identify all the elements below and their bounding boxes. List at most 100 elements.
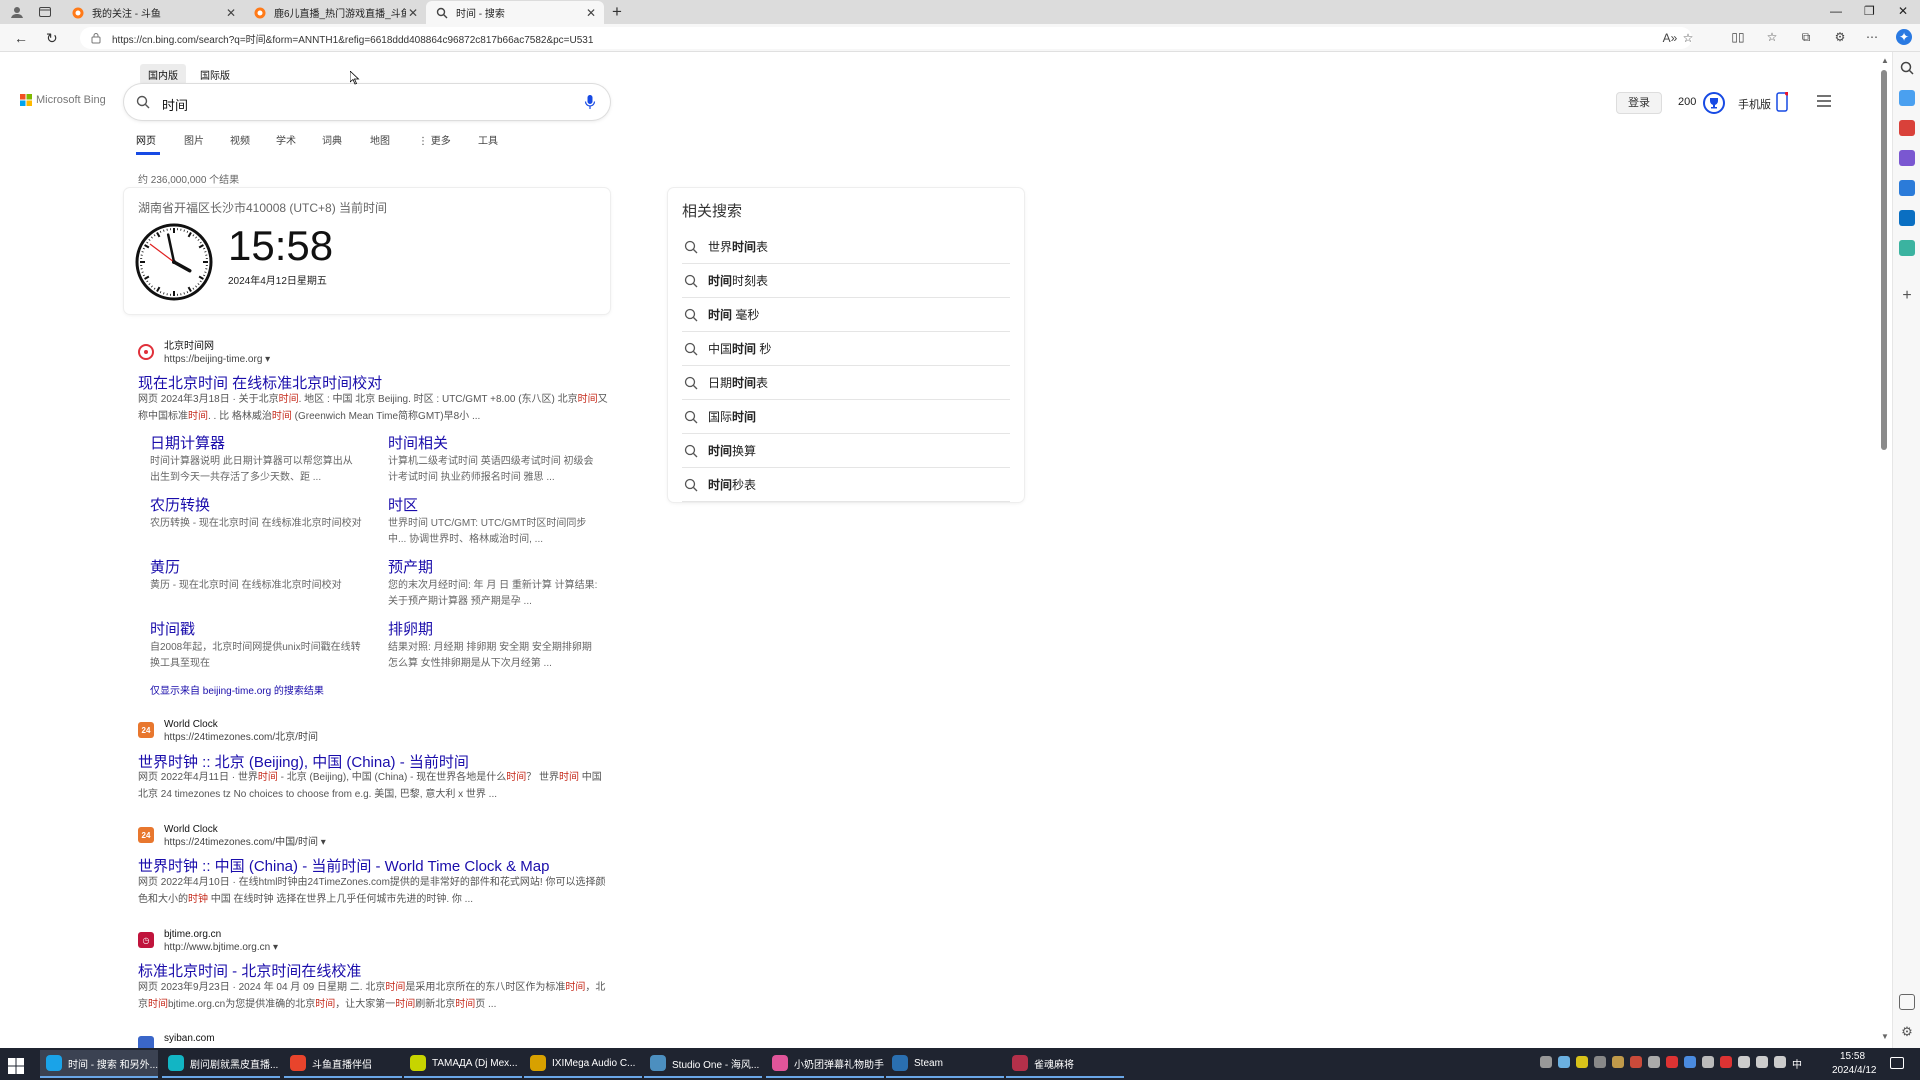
tray-volume-icon[interactable] xyxy=(1756,1056,1768,1068)
scrollbar-thumb[interactable] xyxy=(1881,70,1887,450)
sidebar-games-icon[interactable] xyxy=(1899,150,1915,166)
result-source[interactable]: 北京时间网 https://beijing-time.org ▾ xyxy=(138,340,270,366)
tray-app-icon[interactable] xyxy=(1558,1056,1570,1068)
more-options-icon[interactable]: ⋯ xyxy=(1864,29,1880,45)
taskbar-app[interactable]: 雀魂麻将 xyxy=(1006,1050,1124,1078)
tab-close-icon[interactable]: ✕ xyxy=(406,6,420,20)
taskbar-app[interactable]: 剧问剧就黑皮直播... xyxy=(162,1050,280,1078)
taskbar-app[interactable]: Studio One - 海风... xyxy=(644,1050,762,1078)
tab-close-icon[interactable]: ✕ xyxy=(224,6,238,20)
tray-bluetooth-icon[interactable] xyxy=(1684,1056,1696,1068)
deeplink-title[interactable]: 黄历 xyxy=(150,556,180,577)
related-item[interactable]: 中国时间 秒 xyxy=(682,332,1010,366)
tray-app-icon[interactable] xyxy=(1630,1056,1642,1068)
tab-actions-icon[interactable] xyxy=(36,3,54,21)
taskbar-time[interactable]: 15:58 xyxy=(1840,1051,1865,1062)
login-button[interactable]: 登录 xyxy=(1616,92,1662,114)
sidebar-hide-icon[interactable] xyxy=(1899,994,1915,1010)
minimize-icon[interactable]: — xyxy=(1830,4,1842,18)
back-icon[interactable]: ← xyxy=(14,30,28,46)
sidebar-office-icon[interactable] xyxy=(1899,180,1915,196)
deeplink-title[interactable]: 日期计算器 xyxy=(150,432,225,453)
new-tab-button[interactable]: + xyxy=(612,2,622,22)
related-item[interactable]: 时间 毫秒 xyxy=(682,298,1010,332)
result-title[interactable]: 世界时钟 :: 中国 (China) - 当前时间 - World Time C… xyxy=(138,855,549,876)
rewards-trophy-icon[interactable] xyxy=(1703,92,1725,114)
scope-international[interactable]: 国际版 xyxy=(192,64,238,85)
tab-douyu-follow[interactable]: 我的关注 - 斗鱼 ✕ xyxy=(62,1,244,24)
restore-icon[interactable]: ❐ xyxy=(1864,4,1875,18)
sidebar-tools-icon[interactable] xyxy=(1899,120,1915,136)
deeplink-title[interactable]: 农历转换 xyxy=(150,494,210,515)
related-item[interactable]: 时间秒表 xyxy=(682,468,1010,502)
tab-maps[interactable]: 地图 xyxy=(370,132,390,147)
hamburger-menu-icon[interactable] xyxy=(1816,94,1832,108)
tab-more[interactable]: ⋮ 更多 xyxy=(418,132,451,147)
tab-web[interactable]: 网页 xyxy=(136,132,156,147)
tray-usb-icon[interactable] xyxy=(1702,1056,1714,1068)
tab-images[interactable]: 图片 xyxy=(184,132,204,147)
result-title[interactable]: 标准北京时间 - 北京时间在线校准 xyxy=(138,960,361,981)
tray-app-icon[interactable] xyxy=(1648,1056,1660,1068)
bing-logo[interactable]: Microsoft Bing xyxy=(20,94,106,106)
refresh-icon[interactable]: ↻ xyxy=(46,30,58,47)
copilot-icon[interactable]: ✦ xyxy=(1896,29,1912,45)
read-aloud-icon[interactable]: A» xyxy=(1662,30,1678,46)
tray-app-icon[interactable] xyxy=(1594,1056,1606,1068)
split-screen-icon[interactable]: ▯▯ xyxy=(1730,29,1746,45)
tab-tools[interactable]: 工具 xyxy=(478,132,498,147)
scope-domestic[interactable]: 国内版 xyxy=(140,64,186,85)
deeplink-title[interactable]: 预产期 xyxy=(388,556,433,577)
tab-videos[interactable]: 视频 xyxy=(230,132,250,147)
tab-dictionary[interactable]: 词典 xyxy=(322,132,342,147)
address-field[interactable]: https://cn.bing.com/search?q=时间&form=ANN… xyxy=(80,27,1693,49)
tray-mic-icon[interactable] xyxy=(1774,1056,1786,1068)
search-input[interactable]: 时间 xyxy=(162,95,188,114)
taskbar-app[interactable]: Steam xyxy=(886,1050,1004,1078)
only-site-link[interactable]: 仅显示来自 beijing-time.org 的搜索结果 xyxy=(150,682,324,697)
extensions-icon[interactable]: ⚙ xyxy=(1832,29,1848,45)
mobile-version-link[interactable]: 手机版 xyxy=(1738,96,1771,112)
search-box[interactable]: 时间 xyxy=(124,84,610,120)
taskbar-app[interactable]: IXIMega Audio C... xyxy=(524,1050,642,1078)
deeplink-title[interactable]: 时间相关 xyxy=(388,432,448,453)
taskbar-app[interactable]: 时间 - 搜索 和另外... xyxy=(40,1050,158,1078)
sidebar-add-icon[interactable]: + xyxy=(1899,288,1915,304)
tray-ime-icon[interactable]: 中 xyxy=(1792,1056,1802,1071)
sidebar-outlook-icon[interactable] xyxy=(1899,210,1915,226)
close-window-icon[interactable]: ✕ xyxy=(1898,4,1908,18)
sidebar-settings-icon[interactable]: ⚙ xyxy=(1899,1024,1915,1040)
taskbar-app[interactable]: 斗鱼直播伴侣 xyxy=(284,1050,402,1078)
favorites-icon[interactable]: ☆ xyxy=(1764,29,1780,45)
deeplink-title[interactable]: 排卵期 xyxy=(388,618,433,639)
chevron-down-icon[interactable]: ▾ xyxy=(265,354,270,365)
profile-icon[interactable] xyxy=(8,3,26,21)
tray-app-icon[interactable] xyxy=(1576,1056,1588,1068)
start-button[interactable] xyxy=(8,1052,24,1080)
tray-network-icon[interactable] xyxy=(1738,1056,1750,1068)
search-icon[interactable] xyxy=(136,95,150,109)
phone-icon[interactable] xyxy=(1776,92,1788,112)
notification-icon[interactable] xyxy=(1890,1057,1904,1069)
deeplink-title[interactable]: 时间戳 xyxy=(150,618,195,639)
sidebar-drop-icon[interactable] xyxy=(1899,240,1915,256)
deeplink-title[interactable]: 时区 xyxy=(388,494,418,515)
rewards-points[interactable]: 200 xyxy=(1678,96,1696,108)
related-item[interactable]: 世界时间表 xyxy=(682,230,1010,264)
related-item[interactable]: 时间时刻表 xyxy=(682,264,1010,298)
result-source[interactable]: ◷ bjtime.org.cn http://www.bjtime.org.cn… xyxy=(138,928,278,954)
tab-bing-search[interactable]: 时间 - 搜索 ✕ xyxy=(426,1,604,24)
taskbar-date[interactable]: 2024/4/12 xyxy=(1832,1065,1877,1076)
result-title[interactable]: 现在北京时间 在线标准北京时间校对 xyxy=(138,372,382,393)
collections-icon[interactable]: ⧉ xyxy=(1798,29,1814,45)
microphone-icon[interactable] xyxy=(584,94,596,110)
tray-arrow-icon[interactable] xyxy=(1540,1056,1552,1068)
site-info-icon[interactable] xyxy=(90,32,102,44)
taskbar-app[interactable]: 小奶团弹幕礼物助手 xyxy=(766,1050,884,1078)
tray-app-icon[interactable] xyxy=(1612,1056,1624,1068)
chevron-down-icon[interactable]: ▾ xyxy=(273,942,278,953)
result-source[interactable]: 24 World Clock https://24timezones.com/北… xyxy=(138,718,318,744)
related-item[interactable]: 日期时间表 xyxy=(682,366,1010,400)
sidebar-search-icon[interactable] xyxy=(1899,60,1915,76)
tray-app-icon[interactable] xyxy=(1666,1056,1678,1068)
